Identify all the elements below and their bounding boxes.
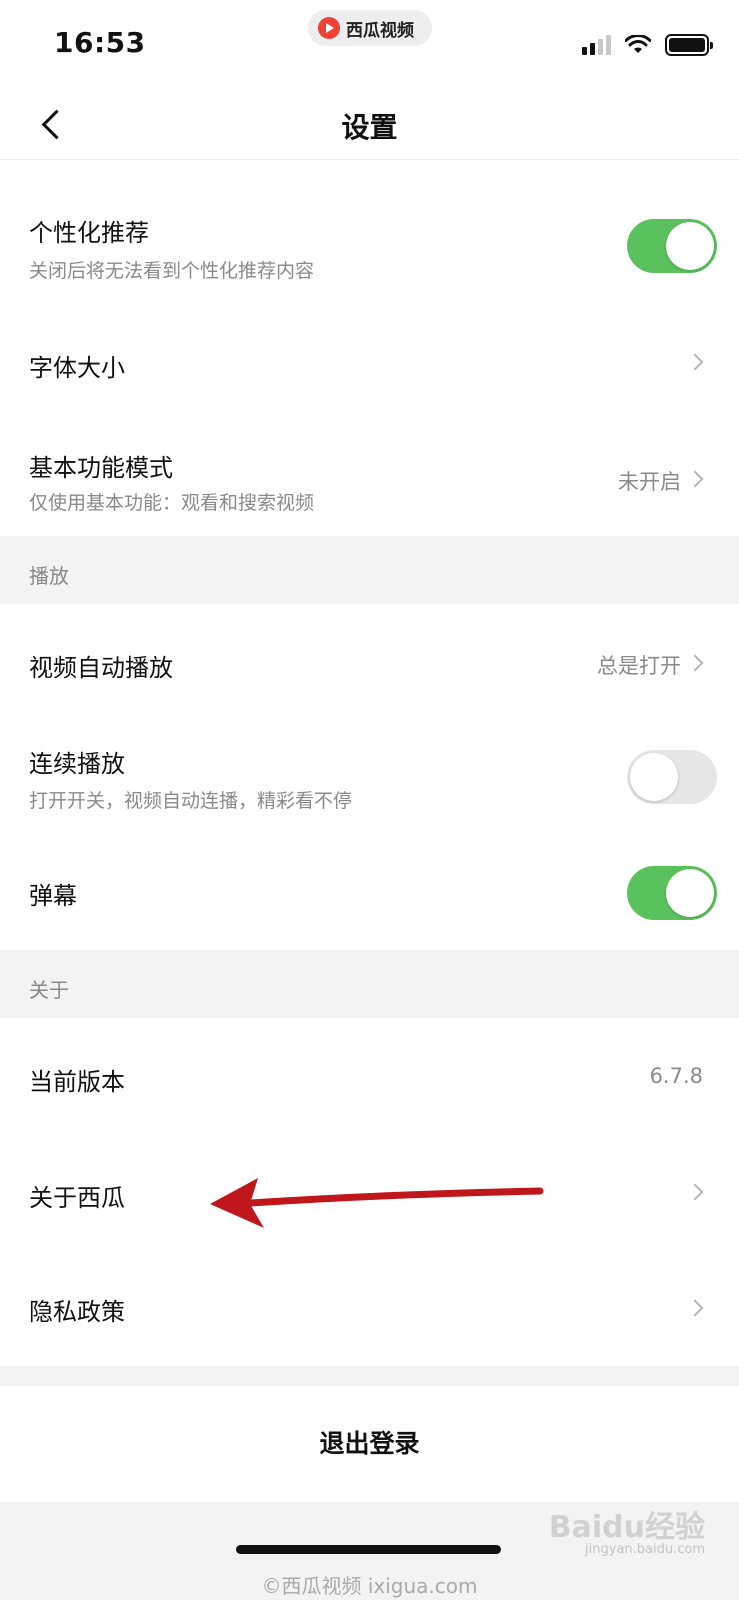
page-title: 设置 <box>341 111 398 144</box>
xigua-logo-icon <box>318 17 340 39</box>
setting-label: 连续播放 <box>29 750 125 778</box>
basic-mode-value: 未开启 <box>618 470 681 494</box>
app-name: 西瓜视频 <box>346 20 414 41</box>
version-value: 6.7.8 <box>649 1064 703 1088</box>
setting-label: 当前版本 <box>29 1068 125 1096</box>
setting-description: 关闭后将无法看到个性化推荐内容 <box>29 260 315 282</box>
signal-icon <box>582 35 611 55</box>
setting-label: 个性化推荐 <box>29 219 149 247</box>
chevron-right-icon <box>686 654 704 672</box>
logout-button[interactable]: 退出登录 <box>0 1386 739 1502</box>
nav-bar: 设置 <box>0 88 739 160</box>
autoplay-value: 总是打开 <box>597 654 681 678</box>
setting-label: 隐私政策 <box>29 1298 125 1326</box>
chevron-right-icon <box>686 1183 704 1201</box>
setting-row-basic-mode[interactable]: 基本功能模式 仅使用基本功能：观看和搜索视频 未开启 <box>0 420 739 536</box>
app-indicator-pill: 西瓜视频 <box>308 10 432 46</box>
setting-row-font-size[interactable]: 字体大小 <box>0 300 739 410</box>
setting-row-privacy-policy[interactable]: 隐私政策 <box>0 1250 739 1366</box>
section-divider <box>0 1366 739 1386</box>
section-header-about: 关于 <box>0 950 739 1018</box>
continuous-play-toggle[interactable] <box>627 750 717 804</box>
battery-icon <box>665 34 713 56</box>
section-title: 播放 <box>29 564 69 588</box>
section-header-playback: 播放 <box>0 536 739 604</box>
setting-row-danmaku: 弹幕 <box>0 840 739 950</box>
setting-label: 视频自动播放 <box>29 654 173 682</box>
setting-label: 弹幕 <box>29 882 77 910</box>
setting-label: 字体大小 <box>29 354 125 382</box>
footer-copyright: ©西瓜视频 ixigua.com <box>261 1574 478 1598</box>
setting-row-version: 当前版本 6.7.8 <box>0 1018 739 1136</box>
chevron-right-icon <box>686 353 704 371</box>
annotation-arrow-icon <box>210 1178 544 1228</box>
home-indicator[interactable] <box>236 1545 501 1554</box>
wifi-icon <box>625 35 651 53</box>
chevron-right-icon <box>686 470 704 488</box>
setting-row-continuous-play: 连续播放 打开开关，视频自动连播，精彩看不停 <box>0 722 739 840</box>
personalized-toggle[interactable] <box>627 219 717 273</box>
chevron-right-icon <box>686 1299 704 1317</box>
setting-label: 关于西瓜 <box>29 1184 125 1212</box>
watermark-url: jingyan.baidu.com <box>585 1542 705 1557</box>
danmaku-toggle[interactable] <box>627 866 717 920</box>
setting-label: 基本功能模式 <box>29 454 173 482</box>
setting-row-personalized: 个性化推荐 关闭后将无法看到个性化推荐内容 <box>0 161 739 285</box>
status-time: 16:53 <box>54 26 146 59</box>
status-icons <box>582 32 713 58</box>
section-title: 关于 <box>29 978 69 1002</box>
setting-description: 仅使用基本功能：观看和搜索视频 <box>29 492 315 514</box>
watermark-logo: Baidu经验 <box>548 1510 705 1545</box>
setting-row-autoplay[interactable]: 视频自动播放 总是打开 <box>0 604 739 722</box>
status-bar: 16:53 西瓜视频 <box>0 0 739 88</box>
setting-description: 打开开关，视频自动连播，精彩看不停 <box>29 790 353 812</box>
